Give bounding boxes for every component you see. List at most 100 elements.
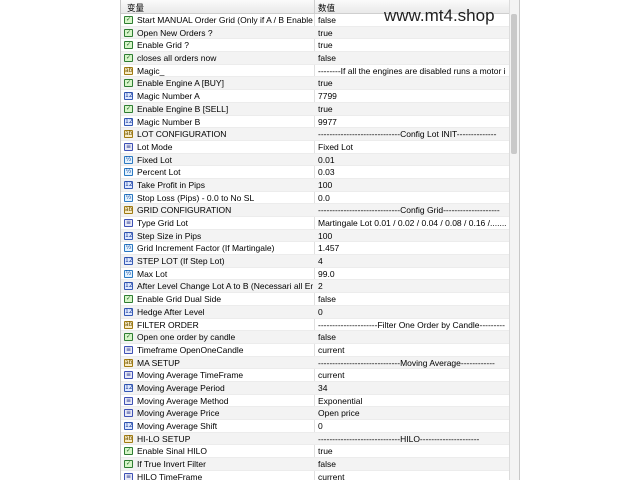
parameter-name: Moving Average Method [137, 395, 229, 406]
parameter-row[interactable]: ✓ closes all orders now false [121, 52, 509, 65]
parameter-value[interactable]: 0.0 [318, 192, 506, 205]
parameter-value[interactable]: current [318, 471, 506, 480]
enum-icon: ≡ [124, 396, 133, 405]
parameter-row[interactable]: ½ Max Lot 99.0 [121, 268, 509, 281]
string-icon: ab [124, 66, 133, 75]
parameter-row[interactable]: ✓ Enable Engine A [BUY] true [121, 77, 509, 91]
column-header-value[interactable]: 数值 [318, 2, 335, 14]
watermark-text: www.mt4.shop [384, 6, 495, 25]
parameter-value[interactable]: false [318, 331, 506, 344]
parameter-value[interactable]: false [318, 458, 506, 471]
parameter-name: After Level Change Lot A to B (Necessari… [137, 281, 313, 292]
parameter-row[interactable]: ab Magic_ --------If all the engines are d… [121, 65, 509, 78]
parameter-value[interactable]: 9977 [318, 116, 506, 129]
parameter-value[interactable]: 7799 [318, 90, 506, 103]
parameter-row[interactable]: ✓ Enable Grid Dual Side false [121, 293, 509, 306]
parameter-value[interactable]: 100 [318, 179, 506, 192]
parameter-value[interactable]: false [318, 293, 506, 306]
parameter-row[interactable]: ab FILTER ORDER ---------------------Filte… [121, 319, 509, 332]
parameter-value[interactable]: --------If all the engines are disabled … [318, 65, 506, 78]
parameter-value[interactable]: -----------------------------Moving Aver… [318, 357, 506, 370]
parameter-row[interactable]: ½ Grid Increment Factor (If Martingale) 1.… [121, 242, 509, 256]
parameter-row[interactable]: ≡ Moving Average Method Exponential [121, 395, 509, 408]
parameter-name: FILTER ORDER [137, 319, 199, 330]
parameter-value[interactable]: true [318, 103, 506, 116]
parameter-row[interactable]: ≡ Lot Mode Fixed Lot [121, 141, 509, 154]
parameter-value[interactable]: Exponential [318, 395, 506, 408]
parameter-value[interactable]: 4 [318, 255, 506, 268]
integer-icon: 12 [124, 117, 133, 126]
parameter-row[interactable]: 12 Moving Average Shift 0 [121, 420, 509, 433]
double-icon: ½ [124, 244, 133, 253]
parameter-value[interactable]: Fixed Lot [318, 141, 506, 154]
parameter-value[interactable]: 1.457 [318, 242, 506, 255]
integer-icon: 12 [124, 422, 133, 430]
parameter-value[interactable]: -----------------------------HILO-------… [318, 433, 506, 446]
parameter-row[interactable]: ✓ Open one order by candle false [121, 331, 509, 344]
parameter-row[interactable]: ab GRID CONFIGURATION --------------------… [121, 204, 509, 217]
parameter-row[interactable]: ab LOT CONFIGURATION ---------------------… [121, 128, 509, 141]
parameter-row[interactable]: ½ Stop Loss (Pips) - 0.0 to No SL 0.0 [121, 192, 509, 205]
parameter-row[interactable]: 12 Hedge After Level 0 [121, 305, 509, 319]
parameter-value[interactable]: Martingale Lot 0.01 / 0.02 / 0.04 / 0.08… [318, 217, 506, 230]
boolean-icon: ✓ [124, 447, 133, 456]
parameter-name: Enable Grid ? [137, 40, 189, 51]
parameter-value[interactable]: -----------------------------Config Grid… [318, 204, 506, 217]
parameter-row[interactable]: ≡ Type Grid Lot Martingale Lot 0.01 / 0.02… [121, 217, 509, 230]
parameter-row[interactable]: ≡ HILO TimeFrame current [121, 471, 509, 480]
parameter-row[interactable]: 12 STEP LOT (If Step Lot) 4 [121, 255, 509, 268]
parameter-value[interactable]: 34 [318, 382, 506, 395]
parameter-value[interactable]: 99.0 [318, 268, 506, 281]
parameter-value[interactable]: current [318, 369, 506, 382]
parameter-row[interactable]: ½ Percent Lot 0.03 [121, 166, 509, 179]
parameter-row[interactable]: 12 After Level Change Lot A to B (Necessa… [121, 280, 509, 294]
parameter-row[interactable]: ✓ Open New Orders ? true [121, 26, 509, 40]
parameter-value[interactable]: Open price [318, 407, 506, 420]
string-icon: ab [124, 130, 133, 139]
scrollbar-thumb[interactable] [511, 14, 517, 154]
boolean-icon: ✓ [124, 16, 133, 24]
parameter-row[interactable]: ✓ Enable Engine B [SELL] true [121, 102, 509, 116]
parameter-value[interactable]: true [318, 77, 506, 90]
parameter-row[interactable]: ≡ Timeframe OpenOneCandle current [121, 344, 509, 357]
parameter-row[interactable]: ab MA SETUP -----------------------------M… [121, 356, 509, 370]
parameter-row[interactable]: 12 Moving Average Period 34 [121, 381, 509, 395]
parameter-name: Enable Sinal HILO [137, 446, 207, 457]
double-icon: ½ [124, 269, 133, 278]
parameter-row[interactable]: 12 Step Size in Pips 100 [121, 229, 509, 243]
parameter-value[interactable]: ---------------------Filter One Order by… [318, 319, 506, 332]
column-divider[interactable] [314, 0, 315, 13]
parameter-value[interactable]: 0 [318, 306, 506, 319]
parameter-value[interactable]: 2 [318, 280, 506, 293]
parameter-row[interactable]: ab HI-LO SETUP ---------------------------… [121, 432, 509, 446]
integer-icon: 12 [124, 307, 133, 316]
column-header-variable[interactable]: 变量 [127, 2, 144, 14]
vertical-scrollbar[interactable] [509, 0, 519, 480]
parameter-value[interactable]: current [318, 344, 506, 357]
enum-icon: ≡ [124, 345, 133, 354]
boolean-icon: ✓ [124, 104, 133, 113]
parameter-value[interactable]: -----------------------------Config Lot … [318, 128, 506, 141]
parameter-name: MA SETUP [137, 357, 180, 368]
parameter-value[interactable]: true [318, 27, 506, 40]
parameter-value[interactable]: 0.01 [318, 154, 506, 167]
parameter-row[interactable]: 12 Take Profit in Pips 100 [121, 178, 509, 192]
parameter-row[interactable]: ✓ If True Invert Filter false [121, 458, 509, 471]
parameter-value[interactable]: 100 [318, 230, 506, 243]
parameter-name: STEP LOT (If Step Lot) [137, 256, 225, 267]
parameter-row[interactable]: ≡ Moving Average TimeFrame current [121, 369, 509, 382]
parameter-value[interactable]: 0 [318, 420, 506, 433]
parameter-row[interactable]: 12 Magic Number B 9977 [121, 116, 509, 129]
parameter-name: LOT CONFIGURATION [137, 129, 227, 140]
parameter-value[interactable]: true [318, 445, 506, 458]
parameter-value[interactable]: 0.03 [318, 166, 506, 179]
parameter-row[interactable]: ✓ Enable Sinal HILO true [121, 445, 509, 459]
boolean-icon: ✓ [124, 54, 133, 63]
parameter-value[interactable]: false [318, 52, 506, 65]
parameter-value[interactable]: true [318, 39, 506, 52]
parameter-row[interactable]: ≡ Moving Average Price Open price [121, 407, 509, 420]
integer-icon: 12 [124, 180, 133, 189]
parameter-row[interactable]: 12 Magic Number A 7799 [121, 90, 509, 103]
parameter-row[interactable]: ½ Fixed Lot 0.01 [121, 153, 509, 167]
parameter-row[interactable]: ✓ Enable Grid ? true [121, 39, 509, 53]
